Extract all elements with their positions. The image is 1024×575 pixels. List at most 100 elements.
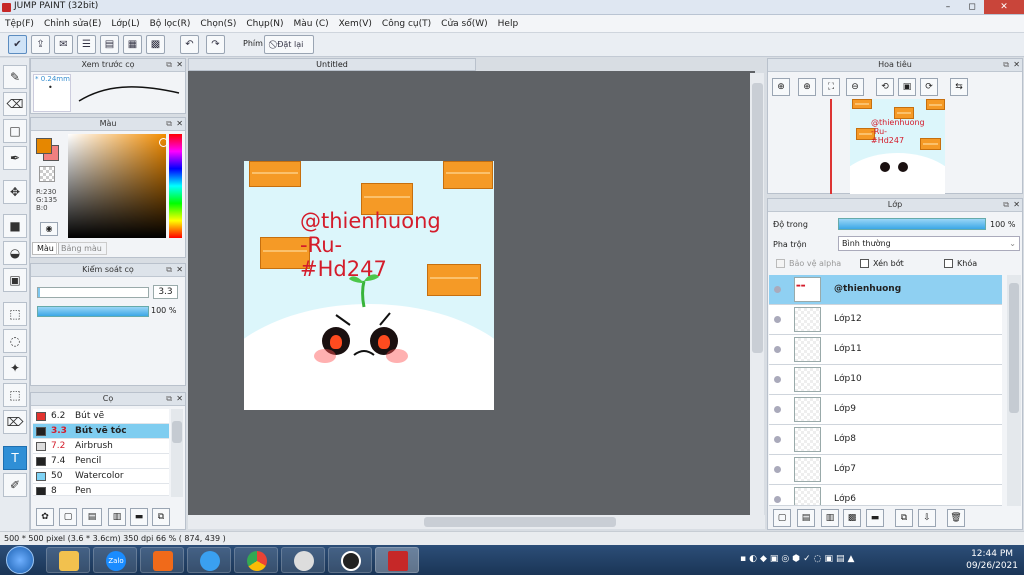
close-icon[interactable]: ✕ xyxy=(176,119,183,129)
close-icon[interactable]: ✕ xyxy=(1013,200,1020,210)
gradient-tool-icon[interactable]: ▣ xyxy=(3,268,27,292)
start-button[interactable] xyxy=(6,546,34,574)
menu-edit[interactable]: Chỉnh sửa(E) xyxy=(39,15,106,33)
undock-icon[interactable]: ⧉ xyxy=(166,394,172,404)
menu-layer[interactable]: Lớp(L) xyxy=(106,15,144,33)
bucket-tool-icon[interactable]: ◒ xyxy=(3,241,27,265)
close-icon[interactable]: ✕ xyxy=(176,60,183,70)
visibility-icon[interactable] xyxy=(774,376,781,383)
size-slider[interactable] xyxy=(37,287,149,298)
undock-icon[interactable]: ⧉ xyxy=(166,265,172,275)
layer-folder-icon[interactable]: ▬ xyxy=(866,509,884,527)
protect-alpha-checkbox[interactable] xyxy=(776,259,785,268)
layer-row[interactable]: Lớp8 xyxy=(769,425,1002,455)
taskbar-jump-paint[interactable] xyxy=(375,547,419,573)
menu-capture[interactable]: Chụp(N) xyxy=(241,15,288,33)
opacity-slider[interactable] xyxy=(37,306,149,317)
rect-tool-icon[interactable]: □ xyxy=(3,119,27,143)
layer-row[interactable]: Lớp12 xyxy=(769,305,1002,335)
rotate-right-icon[interactable]: ⟳ xyxy=(920,78,938,96)
canvas-vertical-thumb[interactable] xyxy=(752,83,763,353)
minimize-button[interactable]: – xyxy=(937,0,959,14)
menu-select[interactable]: Chọn(S) xyxy=(195,15,241,33)
select-eraser-icon[interactable]: ⌦ xyxy=(3,410,27,434)
new-vector-layer-icon[interactable]: ▤ xyxy=(797,509,815,527)
layer-tone-icon[interactable]: ▩ xyxy=(843,509,861,527)
fit-icon[interactable]: ⛶ xyxy=(822,78,840,96)
brush-folder-icon[interactable]: ▬ xyxy=(130,508,148,526)
clip-checkbox[interactable] xyxy=(860,259,869,268)
eraser-tool-icon[interactable]: ⌫ xyxy=(3,92,27,116)
brush-item[interactable]: 6.2 Bút vẽ xyxy=(33,409,169,424)
layer-row[interactable]: Lớp7 xyxy=(769,455,1002,485)
document-icon[interactable]: ▤ xyxy=(100,35,119,54)
text-tool-icon[interactable]: T xyxy=(3,446,27,470)
visibility-icon[interactable] xyxy=(774,346,781,353)
check-icon[interactable]: ✔ xyxy=(8,35,27,54)
brush-item[interactable]: 7.4 Pencil xyxy=(33,454,169,469)
lasso-tool-icon[interactable]: ◌ xyxy=(3,329,27,353)
delete-layer-icon[interactable]: 🗑 xyxy=(947,509,965,527)
select-pen-icon[interactable]: ⬚ xyxy=(3,383,27,407)
menu-help[interactable]: Help xyxy=(493,15,524,33)
brush-scrollbar[interactable] xyxy=(171,409,183,497)
menu-tools[interactable]: Công cụ(T) xyxy=(377,15,436,33)
palette-icon[interactable]: ◉ xyxy=(40,222,58,236)
layer-row[interactable]: Lớp10 xyxy=(769,365,1002,395)
grid-icon[interactable]: ▩ xyxy=(146,35,165,54)
menu-color[interactable]: Màu (C) xyxy=(289,15,334,33)
tray-icons[interactable]: ▪◐◆▣◎⬢✓◌▣▤▲ xyxy=(740,554,920,566)
fill-rect-tool-icon[interactable]: ■ xyxy=(3,214,27,238)
undock-icon[interactable]: ⧉ xyxy=(1003,200,1009,210)
select-rect-icon[interactable]: ⬚ xyxy=(3,302,27,326)
picker-cursor[interactable] xyxy=(159,138,168,147)
canvas-horizontal-thumb[interactable] xyxy=(424,517,616,527)
visibility-icon[interactable] xyxy=(774,496,781,503)
brush-item[interactable]: 8 Pen xyxy=(33,484,169,496)
taskbar-ie[interactable] xyxy=(187,547,231,573)
merge-layer-icon[interactable]: ⇩ xyxy=(918,509,936,527)
comment-icon[interactable]: ✉ xyxy=(54,35,73,54)
menu-window[interactable]: Cửa sổ(W) xyxy=(436,15,492,33)
main-color-swatch[interactable] xyxy=(36,138,52,154)
flip-icon[interactable]: ⇆ xyxy=(950,78,968,96)
taskbar-chrome[interactable] xyxy=(234,547,278,573)
reset-view-icon[interactable]: ▣ xyxy=(898,78,916,96)
layer-row-selected[interactable]: ▬▬ @thienhuong xyxy=(769,275,1002,305)
layer-row[interactable]: Lớp9 xyxy=(769,395,1002,425)
eyedropper-tool-icon[interactable]: ✐ xyxy=(3,473,27,497)
rotate-left-icon[interactable]: ⟲ xyxy=(876,78,894,96)
saturation-value-picker[interactable] xyxy=(68,134,166,238)
hue-slider[interactable] xyxy=(169,134,182,238)
menu-file[interactable]: Tệp(F) xyxy=(0,15,39,33)
close-icon[interactable]: ✕ xyxy=(176,394,183,404)
wand-tool-icon[interactable]: ✦ xyxy=(3,356,27,380)
size-input[interactable]: 3.3 xyxy=(153,285,178,299)
close-icon[interactable]: ✕ xyxy=(1013,60,1020,70)
layer-settings-icon[interactable]: ▥ xyxy=(821,509,839,527)
reset-button[interactable]: ⃠ Đặt lại xyxy=(264,35,314,54)
layer-row[interactable]: Lớp11 xyxy=(769,335,1002,365)
visibility-icon[interactable] xyxy=(774,286,781,293)
taskbar-app[interactable] xyxy=(281,547,325,573)
brush-item[interactable]: 7.2 Airbrush xyxy=(33,439,169,454)
artwork[interactable]: @thienhuong -Ru- #Hd247 xyxy=(244,161,494,410)
visibility-icon[interactable] xyxy=(774,406,781,413)
menu-filter[interactable]: Bộ lọc(R) xyxy=(145,15,196,33)
brush-settings-icon[interactable]: ▥ xyxy=(108,508,126,526)
menu-view[interactable]: Xem(V) xyxy=(334,15,377,33)
undo-icon[interactable]: ↶ xyxy=(180,35,199,54)
layer-opacity-slider[interactable] xyxy=(838,218,986,230)
layer-row[interactable]: Lớp6 xyxy=(769,485,1002,506)
maximize-button[interactable]: ◻ xyxy=(961,0,983,14)
share-icon[interactable]: ⇪ xyxy=(31,35,50,54)
undock-icon[interactable]: ⧉ xyxy=(1003,60,1009,70)
lock-checkbox[interactable] xyxy=(944,259,953,268)
new-layer-icon[interactable]: ▢ xyxy=(773,509,791,527)
close-icon[interactable]: ✕ xyxy=(176,265,183,275)
layers-scrollbar[interactable] xyxy=(1007,275,1021,506)
transparent-swatch[interactable] xyxy=(39,166,55,182)
brush-tool-icon[interactable]: ✎ xyxy=(3,65,27,89)
brush-add-icon[interactable]: ✿ xyxy=(36,508,54,526)
blend-select[interactable]: Bình thường ⌄ xyxy=(838,236,1020,251)
